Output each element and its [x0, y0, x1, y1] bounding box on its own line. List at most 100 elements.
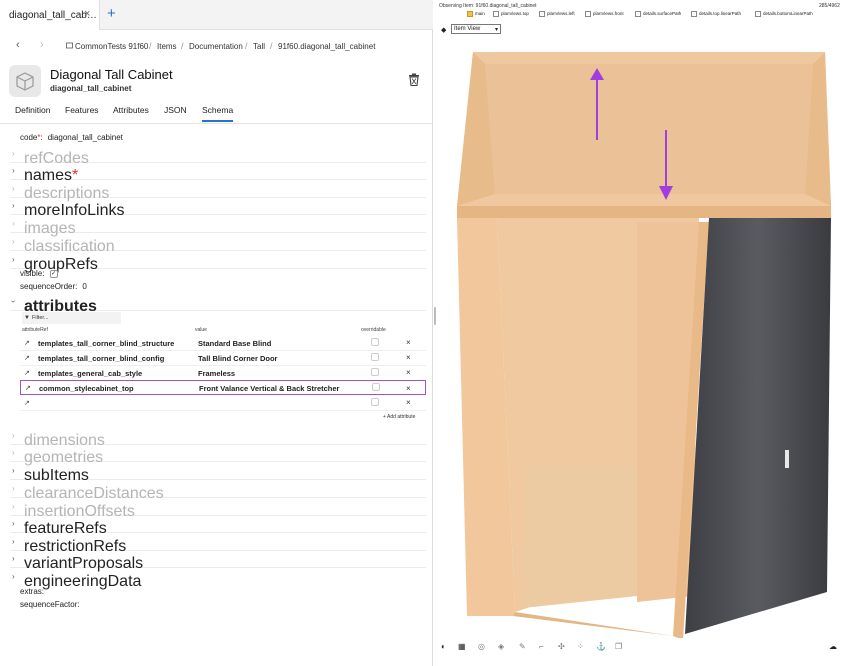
overridable-checkbox[interactable] [371, 353, 379, 361]
crop-icon[interactable]: ⌐ [539, 642, 544, 651]
remove-attribute-button[interactable]: × [406, 368, 411, 377]
tab-attributes[interactable]: Attributes [113, 105, 149, 115]
external-link-icon[interactable]: ↗ [24, 399, 30, 407]
tree-row-grouprefs[interactable]: › groupRefs [10, 252, 426, 273]
target-icon[interactable]: ✣ [558, 642, 565, 651]
close-icon[interactable]: × [84, 8, 90, 20]
tree-row-geometries[interactable]: › geometries [10, 445, 426, 466]
tab-json[interactable]: JSON [164, 105, 187, 115]
colon: : [40, 133, 43, 142]
tree-row-restrictionrefs[interactable]: › restrictionRefs [10, 534, 426, 555]
checkbox-planviews-top[interactable]: planViews.top [493, 11, 529, 17]
attribute-row-selected[interactable]: ↗ common_stylecabinet_top Front Valance … [20, 380, 426, 395]
remove-attribute-button[interactable]: × [406, 398, 411, 407]
tree-row-moreinfolinks[interactable]: › moreInfoLinks [10, 198, 426, 219]
workspace-icon [66, 42, 73, 51]
forward-arrow-icon[interactable]: › [40, 39, 44, 51]
column-header-value: value [195, 327, 207, 333]
view-mode-select[interactable]: Item View ▾ [451, 24, 501, 34]
overridable-checkbox[interactable] [371, 368, 379, 376]
code-value[interactable]: diagonal_tall_cabinet [48, 133, 123, 142]
tree-row-attributes[interactable]: › attributes [9, 294, 426, 315]
sequence-order-value[interactable]: 0 [82, 282, 86, 291]
cloud-download-icon[interactable]: ☁ [829, 642, 837, 651]
dots-icon[interactable]: ⁘ [577, 642, 584, 651]
checkbox-details-bottomlinearpath[interactable]: details.bottomLinearPath [755, 11, 813, 17]
remove-attribute-button[interactable]: × [406, 338, 411, 347]
attribute-row[interactable]: ↗ templates_general_cab_style Frameless … [20, 366, 426, 381]
attribute-value[interactable]: Front Valance Vertical & Back Stretcher [199, 384, 339, 393]
3d-viewport[interactable] [437, 36, 853, 640]
external-link-icon[interactable]: ↗ [24, 369, 30, 377]
overridable-checkbox[interactable] [372, 383, 380, 391]
cube-icon[interactable]: ◈ [498, 642, 504, 651]
circle-icon[interactable]: ◎ [478, 642, 485, 651]
tab-schema[interactable]: Schema [202, 105, 234, 122]
attribute-value[interactable]: Standard Base Blind [198, 339, 271, 348]
attribute-row[interactable]: ↗ templates_tall_corner_blind_structure … [20, 336, 426, 351]
panel-resize-handle[interactable] [434, 307, 436, 325]
tree-row-refcodes[interactable]: › refCodes [10, 146, 426, 167]
tree-row-subitems[interactable]: › subItems [10, 463, 426, 484]
overridable-checkbox[interactable] [371, 338, 379, 346]
brush-icon[interactable]: ✎ [519, 642, 526, 651]
tree-row-dimensions[interactable]: › dimensions [10, 428, 426, 449]
item-header: Diagonal Tall Cabinet diagonal_tall_cabi… [0, 62, 433, 100]
attribute-ref[interactable]: templates_tall_corner_blind_structure [38, 339, 174, 348]
breadcrumb-item-documentation[interactable]: Documentation [189, 42, 243, 51]
checkbox-main[interactable]: main [467, 11, 485, 17]
layers-icon[interactable]: ❐ [615, 642, 622, 651]
back-arrow-icon[interactable]: ‹ [16, 39, 20, 51]
tree-row-descriptions[interactable]: › descriptions [10, 181, 426, 202]
editor-panel: diagonal_tall_cab… × + ‹ › CommonTests 9… [0, 0, 433, 666]
checkbox-planviews-front[interactable]: planViews.front [585, 11, 624, 17]
add-tab-button[interactable]: + [107, 5, 116, 22]
tab-diagonal-tall-cabinet[interactable]: diagonal_tall_cab… × [0, 0, 100, 30]
checkbox-details-top-linearpath[interactable]: details.top.linearPath [691, 11, 741, 17]
overridable-checkbox[interactable] [371, 398, 379, 406]
cabinet-render [457, 52, 831, 640]
checkbox-planviews-left[interactable]: planViews.left [539, 11, 575, 17]
anchor-icon[interactable]: ⚓ [596, 642, 606, 651]
tree-row-engineeringdata[interactable]: › engineeringData [10, 569, 426, 590]
tree-row-insertionoffsets[interactable]: › insertionOffsets [10, 499, 426, 520]
add-attribute-button[interactable]: + Add attribute [383, 414, 415, 420]
tree-row-images[interactable]: › images [10, 216, 426, 237]
external-link-icon[interactable]: ↗ [25, 384, 31, 392]
trash-icon[interactable] [408, 73, 420, 91]
attribute-ref[interactable]: templates_tall_corner_blind_config [38, 354, 164, 363]
breadcrumb-item-workspace[interactable]: CommonTests 91f60 [75, 42, 148, 51]
remove-attribute-button[interactable]: × [406, 384, 411, 393]
attribute-ref[interactable]: common_stylecabinet_top [39, 384, 134, 393]
palette-icon[interactable]: ◐ [441, 642, 446, 651]
external-link-icon[interactable]: ↗ [24, 354, 30, 362]
remove-attribute-button[interactable]: × [406, 353, 411, 362]
visible-label: visible: [20, 269, 45, 278]
column-header-overridable: overridable [361, 327, 386, 333]
chevron-right-icon: › [12, 255, 15, 264]
attribute-row[interactable]: ↗ templates_tall_corner_blind_config Tal… [20, 351, 426, 366]
breadcrumb-separator: / [245, 41, 248, 51]
tree-row-names[interactable]: › names* [10, 163, 426, 184]
tab-features[interactable]: Features [65, 105, 99, 115]
grid-icon[interactable]: ▦ [458, 642, 466, 651]
attribute-value[interactable]: Frameless [198, 369, 235, 378]
filter-input[interactable]: ▼ Filter... [22, 312, 121, 324]
column-header-attributeref: attributeRef [22, 327, 48, 333]
tree-row-featurerefs[interactable]: › featureRefs [10, 516, 426, 537]
tree-row-variantproposals[interactable]: › variantProposals [10, 551, 426, 572]
tree-row-classification[interactable]: › classification [10, 234, 426, 255]
attribute-value[interactable]: Tall Blind Corner Door [198, 354, 277, 363]
breadcrumb-item-items[interactable]: Items [157, 42, 177, 51]
sequence-order-label: sequenceOrder: [20, 282, 78, 291]
attribute-row-empty[interactable]: ↗ × [20, 396, 426, 411]
external-link-icon[interactable]: ↗ [24, 339, 30, 347]
tree-row-clearancedistances[interactable]: › clearanceDistances [10, 481, 426, 502]
filter-icon: ▼ [24, 315, 30, 321]
tab-definition[interactable]: Definition [15, 105, 50, 115]
breadcrumb-item-current[interactable]: 91f60.diagonal_tall_cabinet [278, 42, 375, 51]
breadcrumb-item-tall[interactable]: Tall [253, 42, 265, 51]
attribute-ref[interactable]: templates_general_cab_style [38, 369, 142, 378]
checkbox-details-surfacepath[interactable]: details.surfacePath [635, 11, 681, 17]
visible-checkbox[interactable]: ✓ [49, 269, 58, 278]
